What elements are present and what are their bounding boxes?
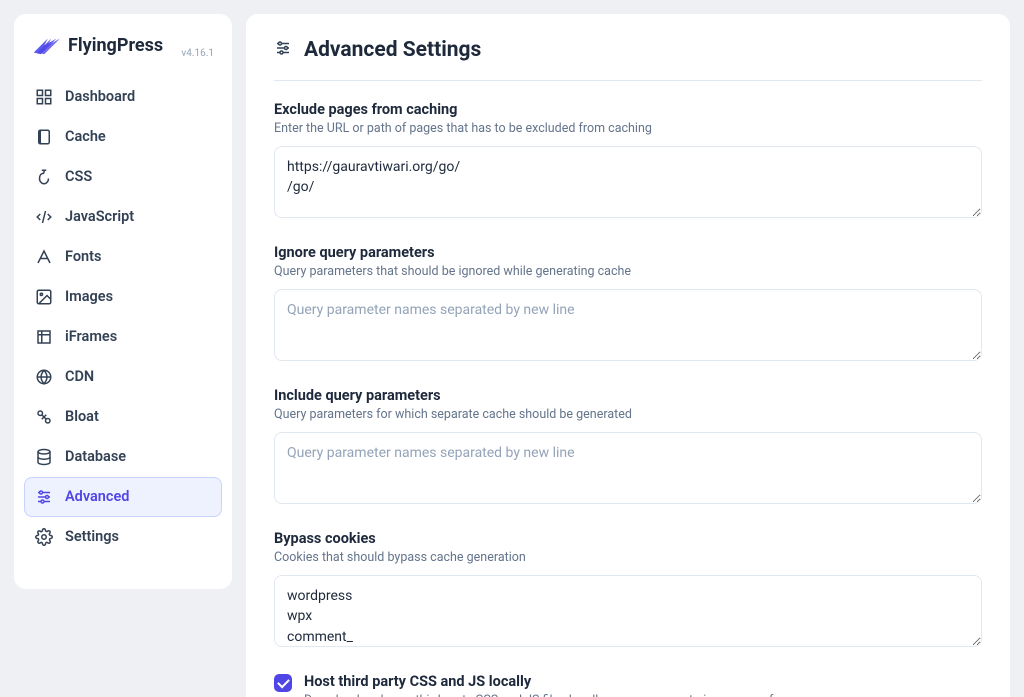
- section-title: Bypass cookies: [274, 530, 982, 547]
- check-title: Host third party CSS and JS locally: [304, 673, 823, 690]
- sidebar-item-label: Settings: [65, 528, 119, 545]
- exclude-pages-textarea[interactable]: [274, 146, 982, 218]
- sidebar-item-advanced[interactable]: Advanced: [24, 477, 222, 517]
- sidebar-item-cache[interactable]: Cache: [24, 117, 222, 157]
- bloat-icon: [35, 408, 53, 426]
- brand-header: FlyingPress v4.16.1: [24, 28, 222, 77]
- images-icon: [35, 288, 53, 306]
- sidebar-item-javascript[interactable]: JavaScript: [24, 197, 222, 237]
- section-help: Cookies that should bypass cache generat…: [274, 550, 982, 565]
- sidebar-item-cdn[interactable]: CDN: [24, 357, 222, 397]
- brand-version: v4.16.1: [181, 48, 214, 59]
- database-icon: [35, 448, 53, 466]
- sidebar-item-label: Dashboard: [65, 88, 135, 105]
- sidebar-item-dashboard[interactable]: Dashboard: [24, 77, 222, 117]
- cdn-icon: [35, 368, 53, 386]
- advanced-icon: [35, 488, 53, 506]
- javascript-icon: [35, 208, 53, 226]
- sidebar: FlyingPress v4.16.1 Dashboard Cache CSS …: [14, 14, 232, 589]
- main-panel: Advanced Settings Exclude pages from cac…: [246, 14, 1010, 697]
- section-help: Enter the URL or path of pages that has …: [274, 121, 982, 136]
- sidebar-item-css[interactable]: CSS: [24, 157, 222, 197]
- sidebar-item-bloat[interactable]: Bloat: [24, 397, 222, 437]
- section-title: Exclude pages from caching: [274, 101, 982, 118]
- sidebar-item-label: Database: [65, 448, 126, 465]
- host-local-checkbox[interactable]: [274, 674, 292, 692]
- sidebar-item-fonts[interactable]: Fonts: [24, 237, 222, 277]
- sidebar-item-label: CSS: [65, 168, 92, 185]
- sidebar-item-label: Bloat: [65, 408, 99, 425]
- sidebar-item-label: CDN: [65, 368, 94, 385]
- sidebar-item-database[interactable]: Database: [24, 437, 222, 477]
- sidebar-item-label: iFrames: [65, 328, 117, 345]
- ignore-query-textarea[interactable]: [274, 289, 982, 361]
- sidebar-item-settings[interactable]: Settings: [24, 517, 222, 557]
- iframes-icon: [35, 328, 53, 346]
- include-query-textarea[interactable]: [274, 432, 982, 504]
- section-title: Include query parameters: [274, 387, 982, 404]
- brand-name: FlyingPress: [68, 35, 163, 56]
- sidebar-item-iframes[interactable]: iFrames: [24, 317, 222, 357]
- check-help: Download and save third party CSS and JS…: [304, 693, 823, 697]
- section-help: Query parameters for which separate cach…: [274, 407, 982, 422]
- sidebar-item-label: JavaScript: [65, 208, 134, 225]
- dashboard-icon: [35, 88, 53, 106]
- section-include-query: Include query parameters Query parameter…: [274, 387, 982, 508]
- sidebar-item-label: Images: [65, 288, 113, 305]
- sidebar-item-label: Cache: [65, 128, 106, 145]
- fonts-icon: [35, 248, 53, 266]
- section-ignore-query: Ignore query parameters Query parameters…: [274, 244, 982, 365]
- settings-icon: [35, 528, 53, 546]
- sidebar-item-label: Fonts: [65, 248, 101, 265]
- sidebar-item-images[interactable]: Images: [24, 277, 222, 317]
- option-host-local: Host third party CSS and JS locally Down…: [274, 673, 982, 697]
- cache-icon: [35, 128, 53, 146]
- css-icon: [35, 168, 53, 186]
- section-help: Query parameters that should be ignored …: [274, 264, 982, 279]
- sidebar-item-label: Advanced: [65, 488, 129, 505]
- sliders-icon: [274, 39, 292, 61]
- section-exclude-pages: Exclude pages from caching Enter the URL…: [274, 101, 982, 222]
- page-title: Advanced Settings: [304, 38, 481, 62]
- section-bypass-cookies: Bypass cookies Cookies that should bypas…: [274, 530, 982, 651]
- bypass-cookies-textarea[interactable]: [274, 575, 982, 647]
- flyingpress-logo-icon: [32, 34, 60, 56]
- section-title: Ignore query parameters: [274, 244, 982, 261]
